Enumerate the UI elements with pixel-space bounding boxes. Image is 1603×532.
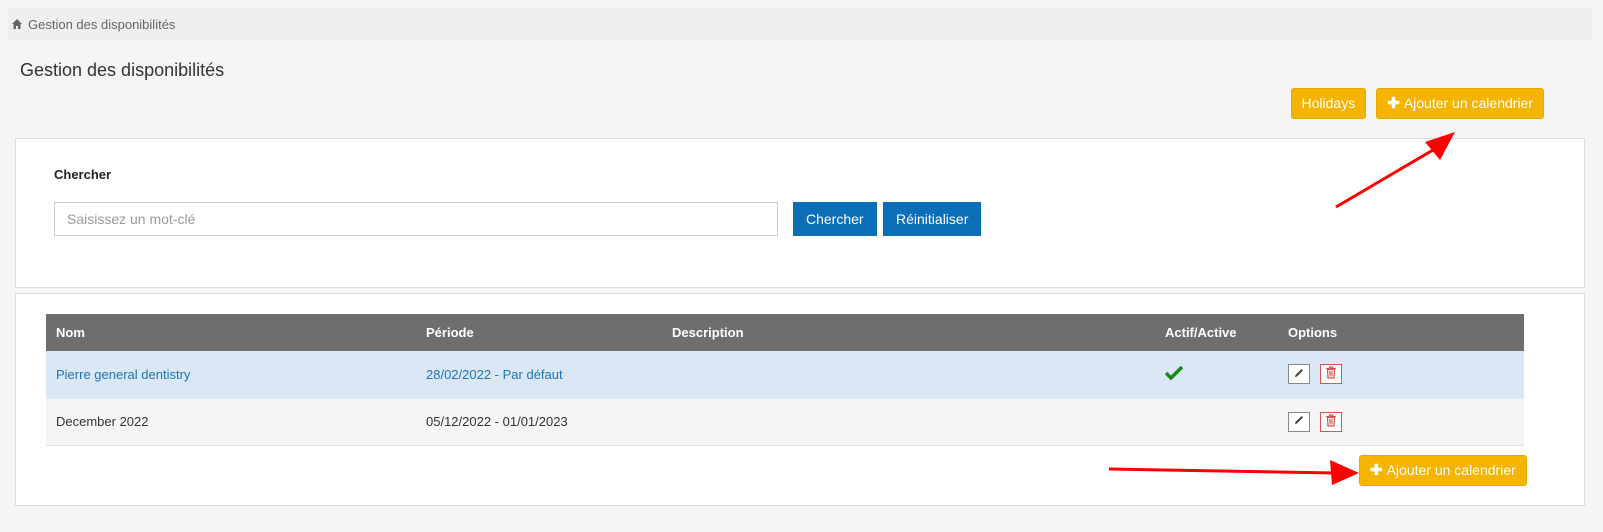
column-header-periode: Période bbox=[416, 314, 662, 351]
calendar-table-panel: Nom Période Description Actif/Active Opt… bbox=[15, 293, 1585, 506]
page-title: Gestion des disponibilités bbox=[20, 60, 225, 80]
search-label: Chercher bbox=[54, 167, 112, 182]
cell-periode: 28/02/2022 - Par défaut bbox=[416, 351, 662, 399]
holidays-button[interactable]: Holidays bbox=[1290, 88, 1367, 119]
table-row: Pierre general dentistry 28/02/2022 - Pa… bbox=[46, 351, 1524, 399]
breadcrumb: Gestion des disponibilités bbox=[8, 8, 1592, 40]
cell-options bbox=[1278, 351, 1524, 399]
calendar-name-link[interactable]: Pierre general dentistry bbox=[56, 367, 190, 382]
cell-active bbox=[1155, 398, 1278, 446]
calendar-period-link[interactable]: 28/02/2022 - Par défaut bbox=[426, 367, 563, 382]
delete-button[interactable] bbox=[1319, 411, 1342, 432]
cell-description bbox=[662, 398, 1155, 446]
pencil-icon bbox=[1293, 414, 1305, 429]
reset-button[interactable]: Réinitialiser bbox=[883, 202, 982, 236]
cell-description bbox=[662, 351, 1155, 399]
column-header-active: Actif/Active bbox=[1155, 314, 1278, 351]
column-header-description: Description bbox=[662, 314, 1155, 351]
cell-nom: Pierre general dentistry bbox=[46, 351, 416, 399]
cell-periode: 05/12/2022 - 01/01/2023 bbox=[416, 398, 662, 446]
holidays-button-label: Holidays bbox=[1301, 95, 1356, 111]
pencil-icon bbox=[1293, 367, 1305, 382]
breadcrumb-label[interactable]: Gestion des disponibilités bbox=[28, 17, 175, 32]
cell-options bbox=[1278, 398, 1524, 446]
search-input[interactable] bbox=[54, 202, 778, 236]
table-row: December 2022 05/12/2022 - 01/01/2023 bbox=[46, 398, 1524, 446]
delete-button[interactable] bbox=[1319, 364, 1342, 385]
top-actions: Holidays ✚ Ajouter un calendrier bbox=[1290, 88, 1544, 119]
table-header-row: Nom Période Description Actif/Active Opt… bbox=[46, 314, 1524, 351]
cell-nom: December 2022 bbox=[46, 398, 416, 446]
column-header-options: Options bbox=[1278, 314, 1524, 351]
add-calendar-label: Ajouter un calendrier bbox=[1386, 462, 1516, 478]
plus-icon: ✚ bbox=[1370, 462, 1383, 479]
search-button[interactable]: Chercher bbox=[793, 202, 877, 236]
column-header-nom: Nom bbox=[46, 314, 416, 351]
trash-icon bbox=[1325, 413, 1337, 430]
bottom-actions: ✚ Ajouter un calendrier bbox=[1359, 455, 1527, 486]
add-calendar-label: Ajouter un calendrier bbox=[1403, 95, 1533, 111]
check-icon bbox=[1164, 365, 1184, 383]
plus-icon: ✚ bbox=[1387, 95, 1400, 112]
search-panel: Chercher Chercher Réinitialiser bbox=[15, 138, 1585, 288]
cell-active bbox=[1155, 351, 1278, 399]
edit-button[interactable] bbox=[1288, 364, 1310, 385]
trash-icon bbox=[1325, 366, 1337, 382]
calendar-table: Nom Période Description Actif/Active Opt… bbox=[46, 314, 1524, 446]
add-calendar-button-top[interactable]: ✚ Ajouter un calendrier bbox=[1376, 88, 1544, 119]
add-calendar-button-bottom[interactable]: ✚ Ajouter un calendrier bbox=[1359, 455, 1527, 486]
home-icon[interactable] bbox=[11, 18, 23, 30]
edit-button[interactable] bbox=[1288, 411, 1310, 432]
